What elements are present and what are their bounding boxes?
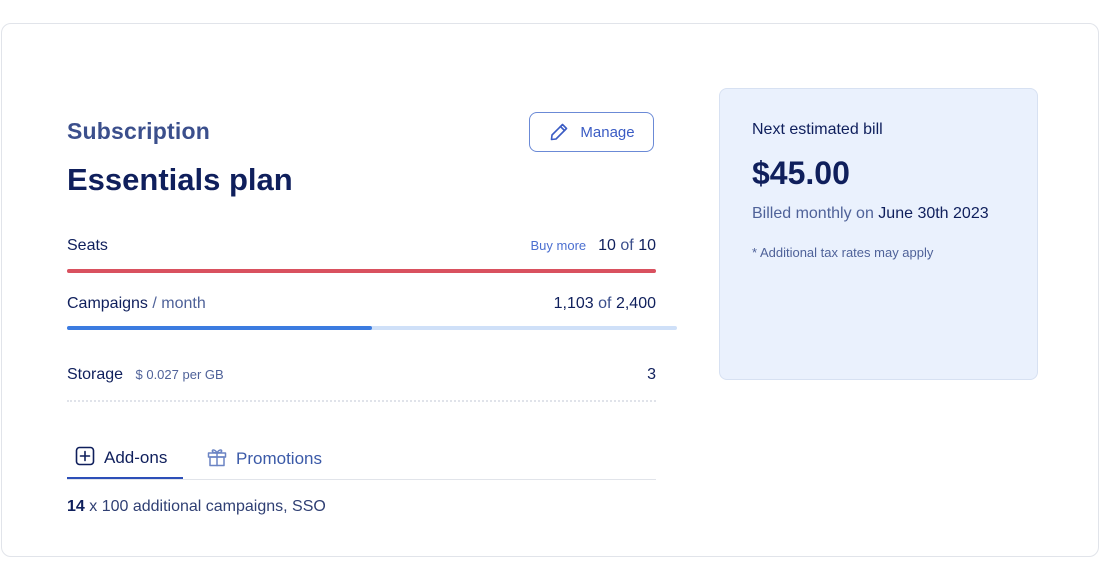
- campaigns-label-group: Campaigns / month: [67, 295, 206, 313]
- campaigns-row: Campaigns / month 1,103 of 2,400: [67, 294, 656, 314]
- buy-more-link[interactable]: Buy more: [531, 238, 587, 253]
- seats-used: 10: [598, 237, 616, 254]
- section-label: Subscription: [67, 118, 210, 144]
- storage-label: Storage: [67, 366, 124, 383]
- campaigns-progress-bar: [67, 326, 677, 330]
- bill-amount: $45.00: [752, 155, 850, 191]
- campaigns-used: 1,103: [553, 295, 594, 312]
- campaigns-progress-fill: [67, 326, 372, 330]
- seats-of: of: [620, 237, 634, 254]
- tab-promotions-label: Promotions: [236, 449, 322, 468]
- manage-label: Manage: [580, 123, 635, 141]
- estimated-bill-panel: Next estimated bill $45.00 Billed monthl…: [719, 88, 1038, 380]
- addons-count: 14: [67, 498, 85, 515]
- gift-icon: [206, 446, 228, 473]
- plan-title: Essentials plan: [67, 162, 293, 197]
- plus-square-icon: [74, 445, 96, 472]
- bill-tax-note: * Additional tax rates may apply: [752, 245, 934, 260]
- bill-date: June 30th 2023: [878, 205, 989, 222]
- campaigns-label: Campaigns: [67, 295, 148, 312]
- storage-row: Storage $ 0.027 per GB 3: [67, 365, 656, 385]
- campaigns-total: 2,400: [615, 295, 656, 312]
- seats-label: Seats: [67, 237, 108, 254]
- storage-label-group: Storage $ 0.027 per GB: [67, 366, 224, 384]
- storage-value: 3: [647, 366, 656, 383]
- campaigns-count: 1,103 of 2,400: [554, 295, 656, 313]
- campaigns-of: of: [598, 295, 612, 312]
- campaigns-unit: / month: [152, 295, 206, 312]
- seats-total: 10: [638, 237, 656, 254]
- tab-promotions[interactable]: Promotions: [206, 439, 322, 479]
- seats-progress-bar: [67, 269, 656, 273]
- tab-add-ons-label: Add-ons: [104, 448, 168, 467]
- addons-description: x 100 additional campaigns, SSO: [89, 498, 326, 515]
- seats-progress-fill: [67, 269, 656, 273]
- seats-row: Seats Buy more 10 of 10: [67, 236, 656, 256]
- tab-add-ons[interactable]: Add-ons: [67, 439, 183, 479]
- bill-title: Next estimated bill: [752, 121, 883, 138]
- pencil-icon: [548, 121, 570, 143]
- addons-tabs: Add-ons Promotions: [67, 439, 656, 480]
- storage-price: $ 0.027 per GB: [135, 367, 224, 382]
- subscription-card: Subscription Essentials plan Manage Seat…: [1, 23, 1099, 557]
- seats-count: Buy more 10 of 10: [531, 237, 656, 255]
- addons-summary: 14 x 100 additional campaigns, SSO: [67, 498, 326, 516]
- manage-button[interactable]: Manage: [529, 112, 654, 152]
- bill-cycle: Billed monthly on June 30th 2023: [752, 205, 989, 223]
- bill-cycle-prefix: Billed monthly on: [752, 205, 874, 222]
- storage-divider: [67, 400, 656, 402]
